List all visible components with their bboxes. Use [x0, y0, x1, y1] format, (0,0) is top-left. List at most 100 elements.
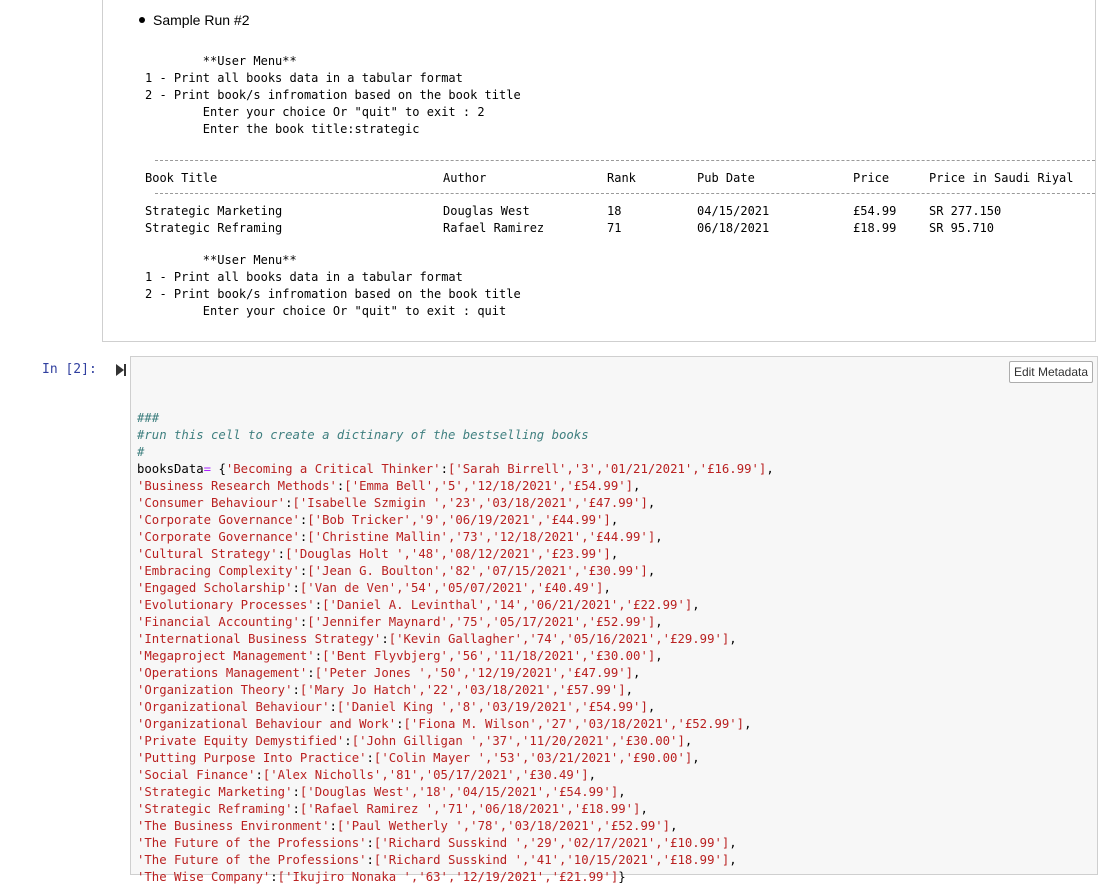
code-string: 'Organizational Behaviour and Work' — [137, 717, 397, 731]
code-string: 'Financial Accounting' — [137, 615, 300, 629]
code-line: 'Megaproject Management':['Bent Flyvbjer… — [137, 649, 663, 663]
code-string: 'Social Finance' — [137, 768, 256, 782]
code-comment: ### — [137, 411, 160, 425]
table-header: Book Title — [145, 171, 218, 185]
table-cell: 06/18/2021 — [697, 221, 770, 235]
menu-line: 1 - Print all books data in a tabular fo… — [145, 71, 463, 85]
code-comment: # — [137, 445, 145, 459]
table-cell: Douglas West — [443, 204, 530, 218]
table-cell: SR 95.710 — [929, 221, 995, 235]
code-line: 'The Business Environment':['Paul Wether… — [137, 819, 678, 833]
code-comment: #run this cell to create a dictinary of … — [137, 428, 589, 442]
code-line: 'International Business Strategy':['Kevi… — [137, 632, 737, 646]
code-string: ['Alex Nicholls','81','05/17/2021','£30.… — [262, 768, 589, 782]
table-header: Price — [853, 171, 890, 185]
menu-line: **User Menu** — [145, 253, 297, 267]
table-header: Pub Date — [697, 171, 755, 185]
code-operator: = — [203, 462, 212, 476]
bullet-text: Sample Run #2 — [153, 12, 250, 28]
menu-line: 1 - Print all books data in a tabular fo… — [145, 270, 463, 284]
code-line: 'Business Research Methods':['Emma Bell'… — [137, 479, 641, 493]
code-string: 'The Wise Company' — [137, 870, 271, 884]
code-string: 'Evolutionary Processes' — [137, 598, 315, 612]
code-line: 'Putting Purpose Into Practice':['Colin … — [137, 751, 700, 765]
code-line: 'The Wise Company':['Ikujiro Nonaka ','6… — [137, 870, 626, 884]
menu-line: Enter your choice Or "quit" to exit : qu… — [145, 304, 507, 318]
code-string: 'Private Equity Demystified' — [137, 734, 345, 748]
menu-line: Enter the book title:strategic — [145, 122, 420, 136]
code-string: 'Engaged Scholarship' — [137, 581, 293, 595]
code-line: 'Strategic Marketing':['Douglas West','1… — [137, 785, 626, 799]
run-cell-icon[interactable] — [116, 364, 126, 376]
code-string: 'Megaproject Management' — [137, 649, 315, 663]
code-string: 'Business Research Methods' — [137, 479, 337, 493]
code-line: 'The Future of the Professions':['Richar… — [137, 836, 737, 850]
table-cell: SR 277.150 — [929, 204, 1002, 218]
bullet-item: Sample Run #2 — [139, 12, 250, 28]
table-header: Price in Saudi Riyal — [929, 171, 1074, 185]
code-string: ['Mary Jo Hatch','22','03/18/2021','£57.… — [299, 683, 626, 697]
code-line: 'Operations Management':['Peter Jones ',… — [137, 666, 641, 680]
table-cell: 71 — [607, 221, 622, 235]
code-string: 'The Future of the Professions' — [137, 853, 367, 867]
code-line: 'Organizational Behaviour':['Daniel King… — [137, 700, 656, 714]
code-string: ['Colin Mayer ','53','03/21/2021','£90.0… — [373, 751, 693, 765]
code-string: ['Rafael Ramirez ','71','06/18/2021','£1… — [299, 802, 641, 816]
code-string: ['Douglas Holt ','48','08/12/2021','£23.… — [285, 547, 611, 561]
markdown-cell: Sample Run #2 **User Menu** 1 - Print al… — [102, 0, 1096, 342]
code-string: ['Paul Wetherly ','78','03/18/2021','£52… — [336, 819, 671, 833]
code-string: 'Consumer Behaviour' — [137, 496, 286, 510]
table-header: Rank — [607, 171, 636, 185]
table-divider — [155, 193, 1095, 194]
code-string: ['Ikujiro Nonaka ','63','12/19/2021','£2… — [277, 870, 619, 884]
code-string: ['Bob Tricker','9','06/19/2021','£44.99'… — [307, 513, 611, 527]
code-line: 'Engaged Scholarship':['Van de Ven','54'… — [137, 581, 611, 595]
table-cell: 18 — [607, 204, 622, 218]
code-string: 'Corporate Governance' — [137, 530, 300, 544]
table-divider — [155, 160, 1095, 161]
code-string: ['John Gilligan ','37','11/20/2021','£30… — [351, 734, 685, 748]
code-line: 'Consumer Behaviour':['Isabelle Szmigin … — [137, 496, 656, 510]
code-cell[interactable]: Edit Metadata ### #run this cell to crea… — [130, 356, 1098, 884]
code-string: ['Richard Susskind ','29','02/17/2021','… — [373, 836, 730, 850]
code-line: 'Embracing Complexity':['Jean G. Boulton… — [137, 564, 656, 578]
code-string: 'Strategic Marketing' — [137, 785, 293, 799]
bullet-dot-icon — [139, 17, 145, 24]
code-string: ['Isabelle Szmigin ','23','03/18/2021','… — [292, 496, 648, 510]
code-string: 'Organizational Behaviour' — [137, 700, 330, 714]
code-string: 'Becoming a Critical Thinker' — [225, 462, 441, 476]
code-line: 'Evolutionary Processes':['Daniel A. Lev… — [137, 598, 700, 612]
menu-line: 2 - Print book/s infromation based on th… — [145, 287, 521, 301]
code-line: 'Financial Accounting':['Jennifer Maynar… — [137, 615, 663, 629]
code-string: 'International Business Strategy' — [137, 632, 382, 646]
code-string: 'Corporate Governance' — [137, 513, 300, 527]
code-string: 'The Future of the Professions' — [137, 836, 367, 850]
code-line: 'Corporate Governance':['Christine Malli… — [137, 530, 663, 544]
code-string: ['Van de Ven','54','05/07/2021','£40.49'… — [299, 581, 604, 595]
table-cell: Strategic Reframing — [145, 221, 283, 235]
code-line: 'Private Equity Demystified':['John Gill… — [137, 734, 693, 748]
code-string: ['Daniel King ','8','03/19/2021','£54.99… — [336, 700, 648, 714]
code-line: 'The Future of the Professions':['Richar… — [137, 853, 737, 867]
code-string: ['Bent Flyvbjerg','56','11/18/2021','£30… — [322, 649, 656, 663]
code-string: 'Embracing Complexity' — [137, 564, 300, 578]
table-cell: Rafael Ramirez — [443, 221, 545, 235]
code-string: ['Richard Susskind ','41','10/15/2021','… — [373, 853, 730, 867]
code-line: 'Corporate Governance':['Bob Tricker','9… — [137, 513, 619, 527]
code-line: 'Organizational Behaviour and Work':['Fi… — [137, 717, 752, 731]
code-string: ['Emma Bell','5','12/18/2021','£54.99'] — [344, 479, 634, 493]
code-editor[interactable]: ### #run this cell to create a dictinary… — [137, 393, 774, 886]
code-string: 'The Business Environment' — [137, 819, 330, 833]
code-variable: booksData — [137, 462, 204, 476]
code-string: 'Organization Theory' — [137, 683, 293, 697]
code-string: 'Putting Purpose Into Practice' — [137, 751, 367, 765]
code-line: booksData= {'Becoming a Critical Thinker… — [137, 462, 774, 476]
code-string: ['Jean G. Boulton','82','07/15/2021','£3… — [307, 564, 648, 578]
code-string: ['Christine Mallin','73','12/18/2021','£… — [307, 530, 656, 544]
edit-metadata-button[interactable]: Edit Metadata — [1008, 361, 1093, 383]
table-header: Author — [443, 171, 487, 185]
code-string: 'Operations Management' — [137, 666, 308, 680]
code-string: ['Douglas West','18','04/15/2021','£54.9… — [299, 785, 619, 799]
code-string: 'Strategic Reframing' — [137, 802, 293, 816]
code-string: 'Cultural Strategy' — [137, 547, 278, 561]
